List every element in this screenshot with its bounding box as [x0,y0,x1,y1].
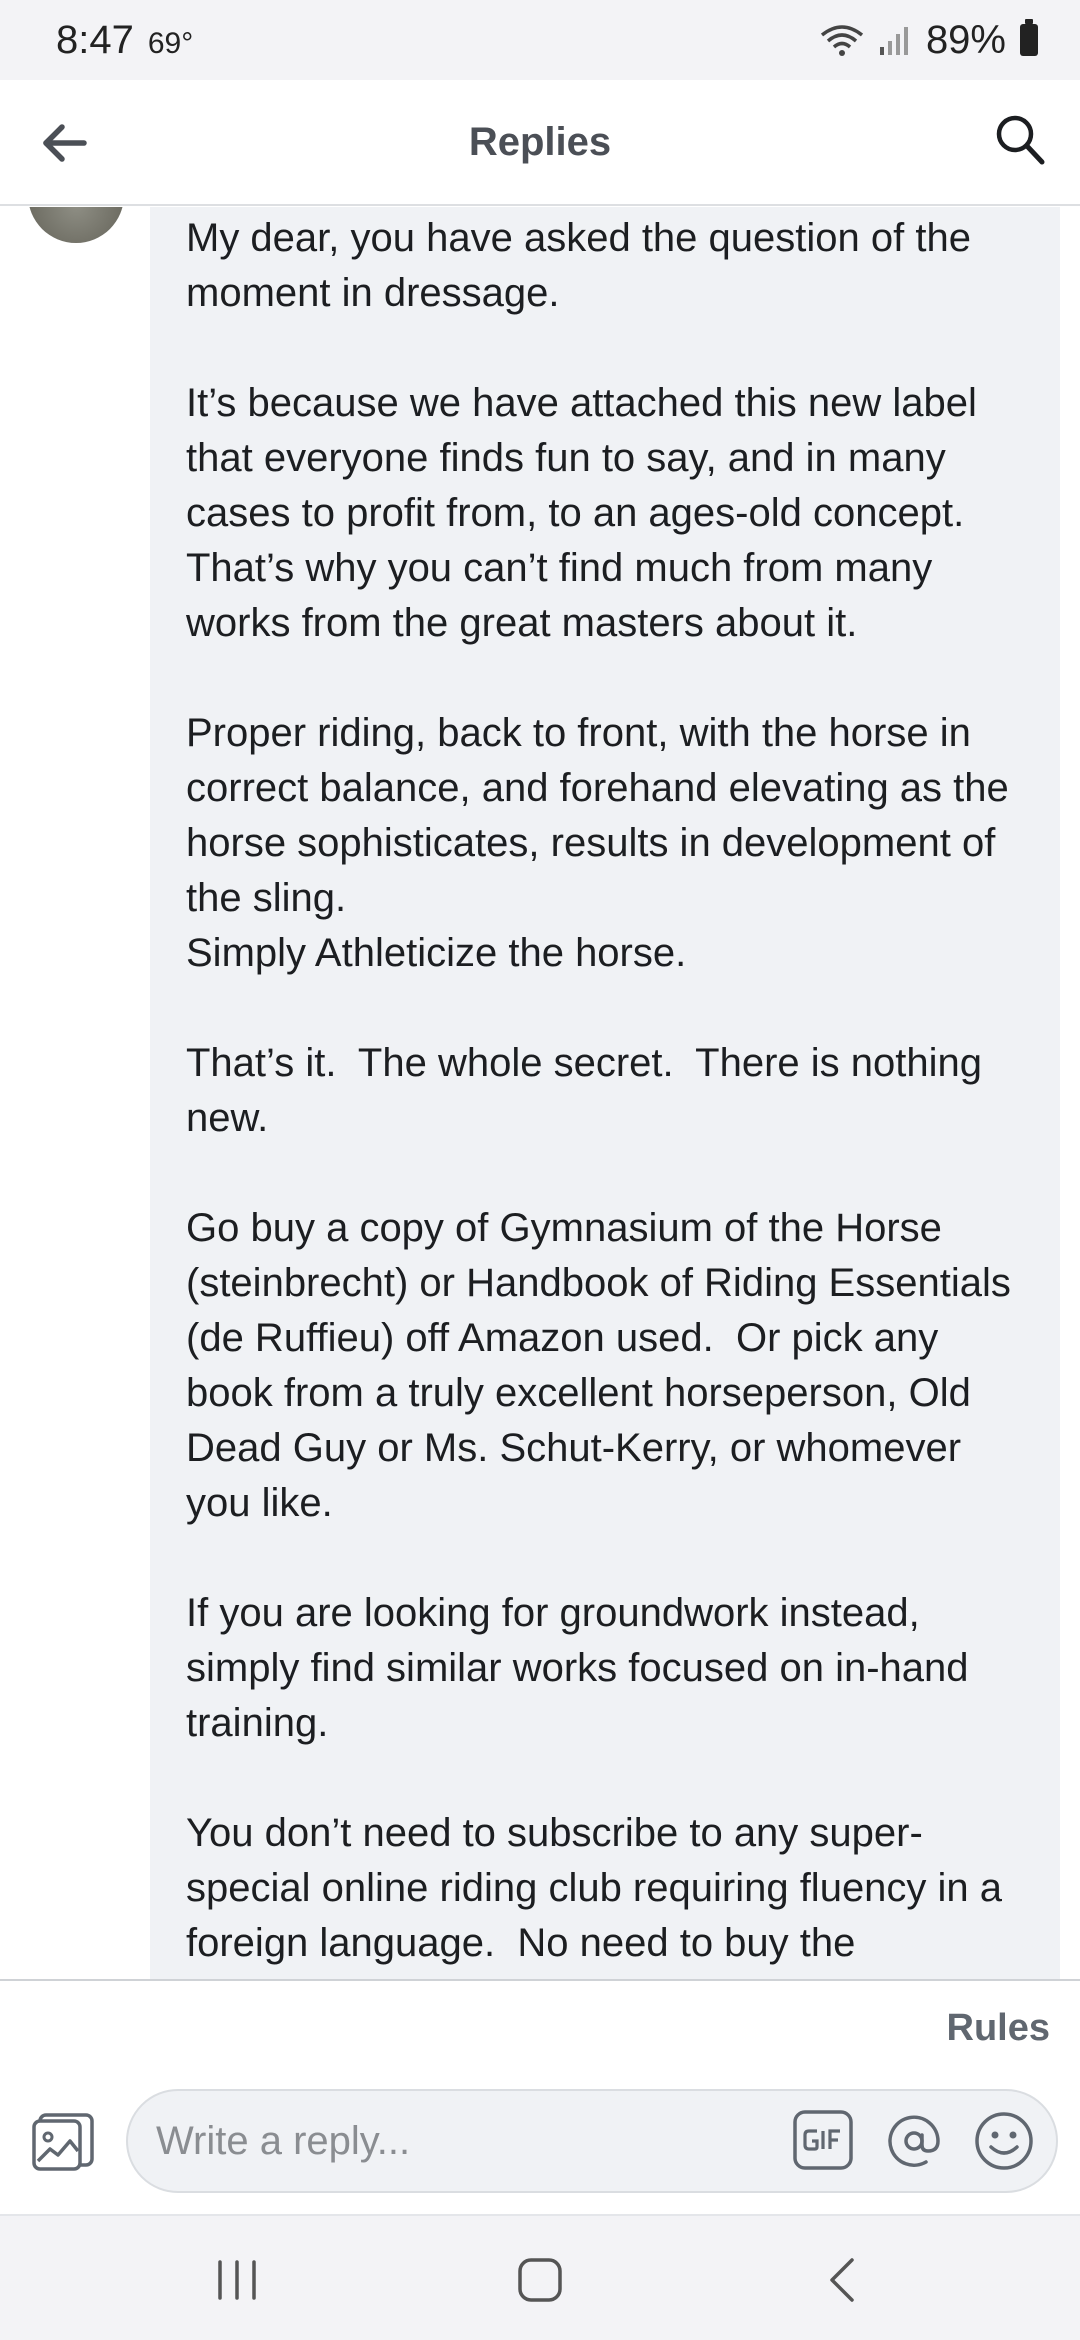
gif-icon[interactable] [792,2109,854,2171]
mention-icon[interactable] [882,2109,946,2173]
status-right: 89% [820,18,1038,63]
comment-text: My dear, you have asked the question of … [186,216,1011,1965]
battery-percent: 89% [925,17,1006,62]
back-arrow-icon[interactable] [40,118,90,168]
emoji-icon[interactable] [972,2109,1036,2173]
avatar[interactable] [28,207,124,243]
system-nav-bar [0,2214,1080,2340]
back-icon[interactable] [822,2254,862,2306]
status-temperature: 69° [147,26,194,60]
wifi-icon [820,25,864,56]
status-time: 8:47 [56,17,134,62]
header: Replies [0,80,1080,206]
search-icon[interactable] [990,110,1050,170]
rules-link[interactable]: Rules [947,2007,1050,2050]
comment-bubble: My dear, you have asked the question of … [150,207,1060,1979]
recent-apps-icon[interactable] [212,2258,262,2302]
rules-row: Rules [0,1979,1080,2079]
reply-composer: Write a reply... [0,2079,1080,2214]
status-left: 8:47 69° [56,18,193,63]
reply-placeholder: Write a reply... [156,2118,411,2163]
battery-icon [1020,19,1038,56]
page-title: Replies [468,119,612,164]
photo-icon[interactable] [30,2107,98,2175]
home-icon[interactable] [516,2256,564,2304]
signal-icon [879,27,908,55]
status-bar: 8:47 69° 89% [0,0,1080,80]
replies-content[interactable]: My dear, you have asked the question of … [0,207,1080,1979]
